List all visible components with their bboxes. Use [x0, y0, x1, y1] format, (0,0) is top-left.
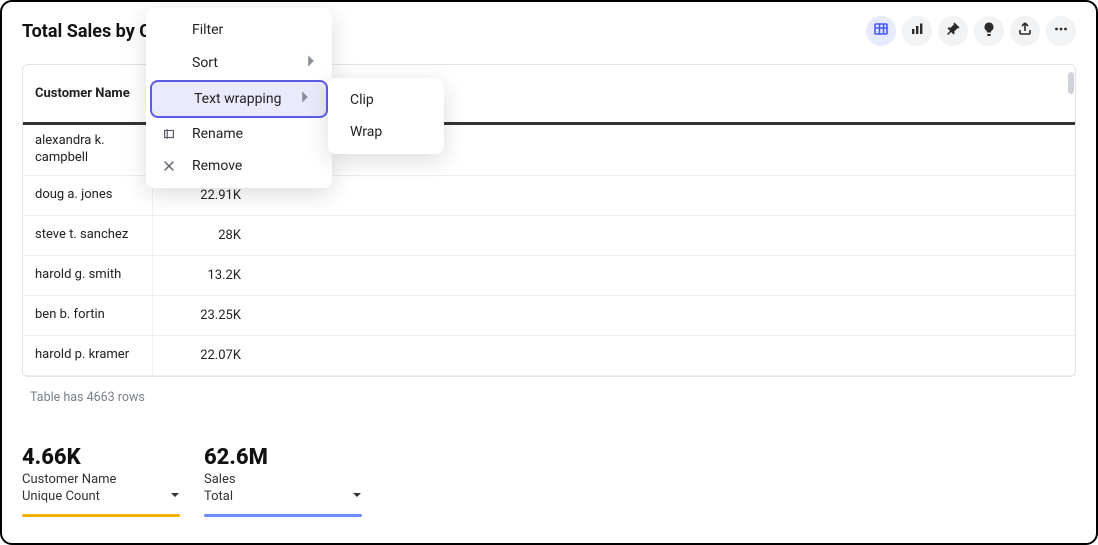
cell-sales: 22.07K	[153, 336, 253, 375]
toolbar	[866, 16, 1076, 46]
menu-item-label: Rename	[192, 126, 243, 142]
cell-customer-name: harold g. smith	[23, 256, 153, 295]
cell-customer-name: alexandra k. campbell	[23, 125, 153, 175]
caret-down-icon	[352, 489, 362, 504]
chevron-right-icon	[298, 90, 312, 108]
menu-item-remove[interactable]: Remove	[146, 150, 332, 182]
summary-agg-select[interactable]: Total	[204, 489, 362, 504]
table-row[interactable]: ben b. fortin 23.25K	[23, 296, 1075, 336]
submenu-item-wrap[interactable]: Wrap	[328, 116, 444, 148]
summary-card-customer: 4.66K Customer Name Unique Count	[22, 445, 180, 517]
cell-customer-name: steve t. sanchez	[23, 216, 153, 255]
more-button[interactable]	[1046, 16, 1076, 46]
summary-agg-label: Total	[204, 489, 233, 504]
chevron-right-icon	[304, 54, 318, 72]
summary-value: 4.66K	[22, 445, 180, 470]
summary-underline	[22, 514, 180, 517]
menu-item-label: Sort	[192, 55, 218, 71]
app-inner: Total Sales by C	[8, 8, 1090, 537]
pin-icon	[945, 21, 961, 41]
scrollbar-thumb[interactable]	[1068, 72, 1074, 94]
more-icon	[1053, 21, 1069, 41]
table-icon	[873, 21, 889, 41]
summary-agg-label: Unique Count	[22, 489, 100, 504]
cell-customer-name: doug a. jones	[23, 176, 153, 215]
cell-sales: 28K	[153, 216, 253, 255]
context-menu: Filter Sort Text wrapping Rename Remove	[146, 8, 332, 188]
menu-item-rename[interactable]: Rename	[146, 118, 332, 150]
summary-value: 62.6M	[204, 445, 362, 470]
menu-item-text-wrapping[interactable]: Text wrapping	[150, 80, 328, 118]
bar-chart-icon	[909, 21, 925, 41]
summary-label: Sales	[204, 472, 362, 487]
menu-item-sort[interactable]: Sort	[146, 46, 332, 80]
summary-underline	[204, 514, 362, 517]
rename-icon	[160, 125, 178, 143]
caret-down-icon	[170, 489, 180, 504]
pin-button[interactable]	[938, 16, 968, 46]
menu-item-label: Text wrapping	[194, 91, 281, 107]
share-button[interactable]	[1010, 16, 1040, 46]
page-title: Total Sales by C	[22, 21, 151, 42]
insight-button[interactable]	[974, 16, 1004, 46]
remove-icon	[160, 157, 178, 175]
table-row[interactable]: harold g. smith 13.2K	[23, 256, 1075, 296]
cell-sales: 13.2K	[153, 256, 253, 295]
table-row-count: Table has 4663 rows	[30, 390, 145, 405]
menu-item-label: Remove	[192, 158, 242, 174]
view-table-button[interactable]	[866, 16, 896, 46]
app-frame: Total Sales by C	[0, 0, 1098, 545]
summary-label: Customer Name	[22, 472, 180, 487]
table-row[interactable]: steve t. sanchez 28K	[23, 216, 1075, 256]
context-submenu: Clip Wrap	[328, 78, 444, 154]
cell-customer-name: ben b. fortin	[23, 296, 153, 335]
menu-item-filter[interactable]: Filter	[146, 14, 332, 46]
submenu-item-label: Wrap	[350, 124, 382, 140]
submenu-item-clip[interactable]: Clip	[328, 84, 444, 116]
summary-card-sales: 62.6M Sales Total	[204, 445, 362, 517]
submenu-item-label: Clip	[350, 92, 374, 108]
share-icon	[1017, 21, 1033, 41]
cell-sales: 23.25K	[153, 296, 253, 335]
menu-item-label: Filter	[192, 22, 223, 38]
view-chart-button[interactable]	[902, 16, 932, 46]
column-header-customer-name[interactable]: Customer Name	[23, 65, 153, 122]
cell-customer-name: harold p. kramer	[23, 336, 153, 375]
summary-agg-select[interactable]: Unique Count	[22, 489, 180, 504]
table-row[interactable]: harold p. kramer 22.07K	[23, 336, 1075, 376]
bulb-icon	[981, 21, 997, 41]
summary-row: 4.66K Customer Name Unique Count 62.6M S…	[22, 445, 1076, 517]
